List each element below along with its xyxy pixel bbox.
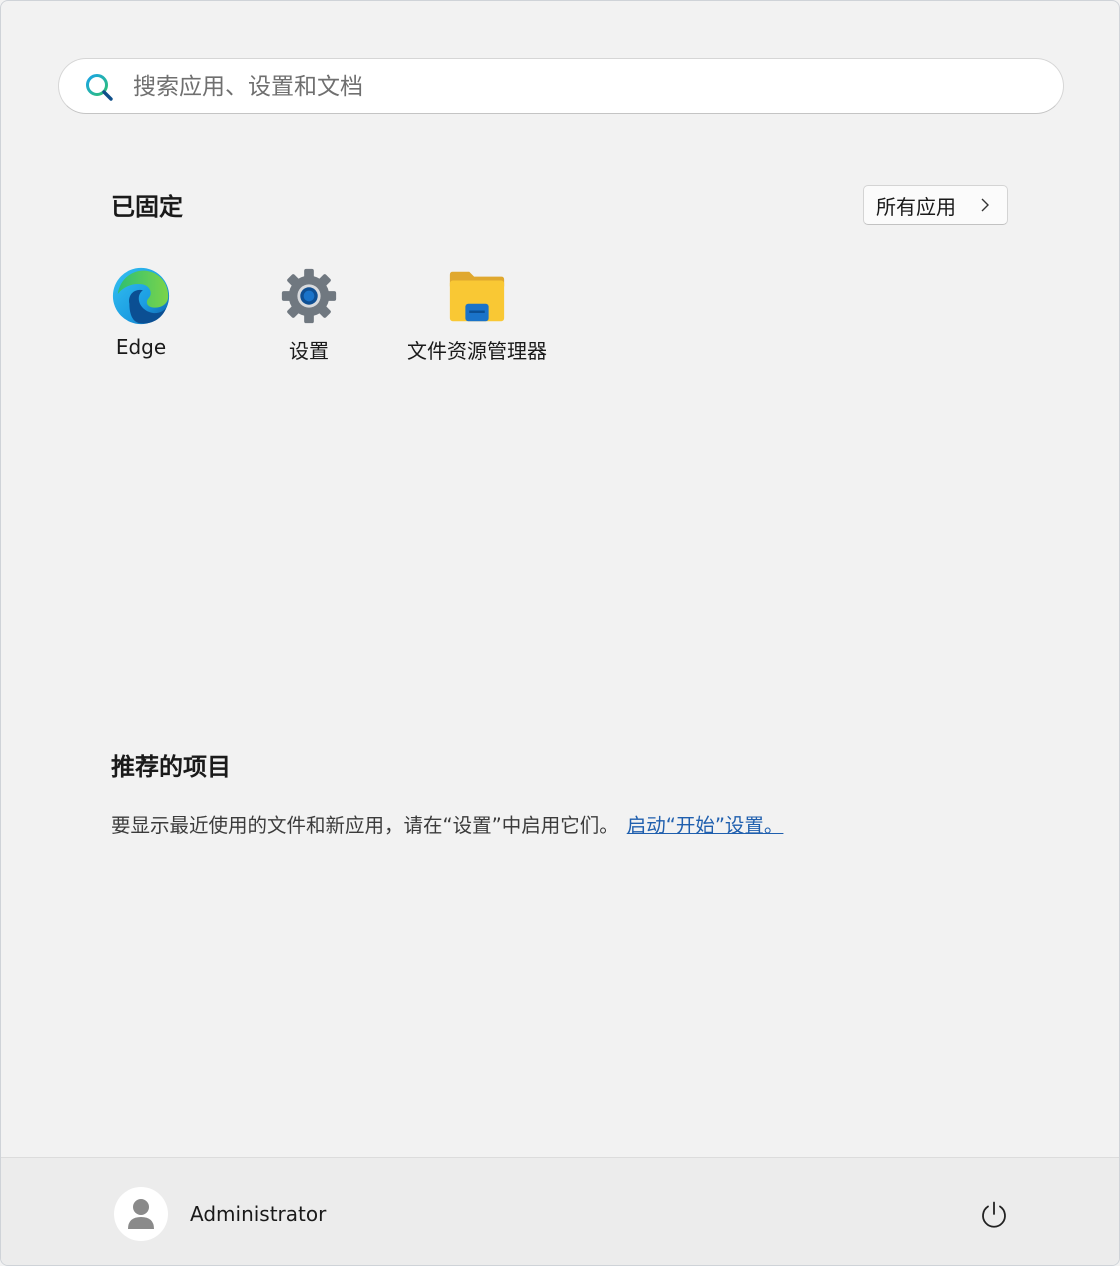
power-button[interactable] xyxy=(969,1190,1019,1240)
user-account-button[interactable]: Administrator xyxy=(107,1180,347,1248)
pinned-app-file-explorer[interactable]: 文件资源管理器 xyxy=(393,263,561,373)
all-apps-button[interactable]: 所有应用 xyxy=(863,185,1008,225)
search-box[interactable] xyxy=(58,58,1064,114)
recommended-message-text: 要显示最近使用的文件和新应用，请在“设置”中启用它们。 xyxy=(111,814,619,837)
chevron-right-icon xyxy=(981,198,989,212)
avatar xyxy=(114,1187,168,1241)
app-label-settings: 设置 xyxy=(289,339,329,363)
user-name: Administrator xyxy=(190,1202,327,1226)
app-label-edge: Edge xyxy=(115,335,167,359)
start-settings-link[interactable]: 启动“开始”设置。 xyxy=(627,814,784,837)
start-footer: Administrator xyxy=(1,1157,1119,1265)
all-apps-label: 所有应用 xyxy=(876,194,956,219)
recommended-message: 要显示最近使用的文件和新应用，请在“设置”中启用它们。 启动“开始”设置。 xyxy=(111,809,783,838)
recommended-title: 推荐的项目 xyxy=(111,753,231,781)
pinned-title: 已固定 xyxy=(111,193,183,221)
app-label-file-explorer: 文件资源管理器 xyxy=(407,339,547,363)
settings-gear-icon xyxy=(281,268,337,324)
search-input[interactable] xyxy=(133,67,1033,107)
pinned-app-edge[interactable]: Edge xyxy=(57,263,225,373)
pinned-app-settings[interactable]: 设置 xyxy=(225,263,393,373)
search-icon xyxy=(86,74,113,101)
edge-icon xyxy=(112,267,170,325)
start-menu: 已固定 所有应用 Edge xyxy=(0,0,1120,1266)
power-icon xyxy=(982,1201,1006,1228)
user-avatar-icon xyxy=(128,1199,154,1229)
folder-icon xyxy=(449,271,505,322)
